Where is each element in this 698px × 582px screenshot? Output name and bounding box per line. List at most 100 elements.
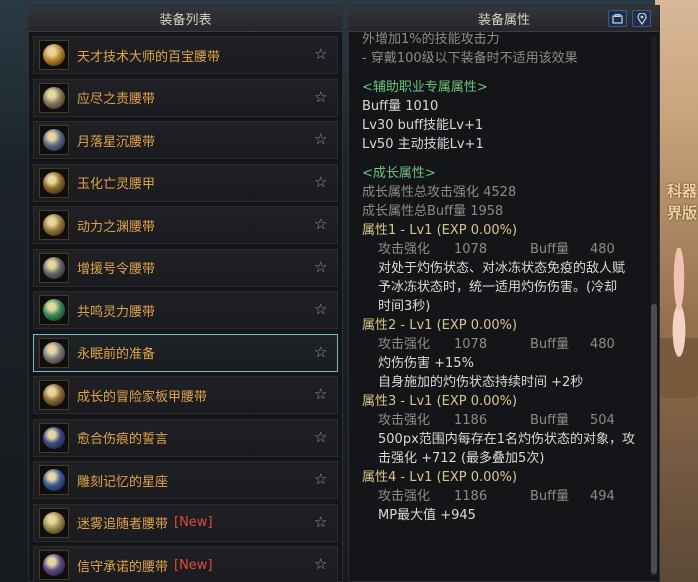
attribute-title: 属性2 - Lv1 (EXP 0.00%) <box>362 318 518 333</box>
equipment-item-icon <box>39 82 69 113</box>
favorite-star-icon[interactable]: ☆ <box>314 174 329 190</box>
atk-value: 1186 <box>454 489 488 504</box>
atk-value: 1078 <box>454 337 488 352</box>
favorite-star-icon[interactable]: ☆ <box>314 557 329 572</box>
pin-icon <box>636 12 647 25</box>
favorite-star-icon[interactable]: ☆ <box>314 344 329 360</box>
equipment-list-header: 装备列表 <box>29 6 342 32</box>
character-illustration <box>659 248 698 398</box>
equipment-item-name: 信守承诺的腰带 <box>77 559 169 575</box>
attribute-title: 属性3 - Lv1 (EXP 0.00%) <box>362 394 518 409</box>
support-section-title: <辅助职业专属属性> <box>362 80 488 95</box>
equipment-attributes-title: 装备属性 <box>477 13 530 28</box>
favorite-star-icon[interactable]: ☆ <box>314 89 329 105</box>
equipment-item-name: 月落星沉腰带 <box>77 134 156 150</box>
attribute-title: 属性4 - Lv1 (EXP 0.00%) <box>362 470 518 485</box>
atk-label: 攻击强化 <box>378 489 431 504</box>
item-glyph <box>43 171 65 194</box>
equipment-list-item[interactable]: 共鸣灵力腰带 ☆ <box>33 291 338 329</box>
attr-text-line: 外增加1%的技能攻击力 <box>362 32 500 47</box>
favorite-star-icon[interactable]: ☆ <box>314 514 329 530</box>
equipment-item-icon <box>39 422 69 453</box>
favorite-star-icon[interactable]: ☆ <box>314 387 329 402</box>
equipment-item-icon <box>39 337 69 368</box>
equipment-item-name: 永眠前的准备 <box>77 347 156 362</box>
atk-label: 攻击强化 <box>378 242 431 257</box>
equipment-item-icon <box>39 465 69 495</box>
attribute-desc: 自身施加的灼伤状态持续时间 +2秒 <box>378 375 584 390</box>
scrollbar-thumb[interactable] <box>651 304 657 574</box>
equipment-item-name: 应尽之责腰带 <box>77 92 156 107</box>
equipment-item-icon <box>39 40 69 70</box>
pin-button[interactable] <box>632 10 651 27</box>
equipment-list-item[interactable]: 雕刻记忆的星座 ☆ <box>33 461 338 499</box>
item-glyph <box>43 86 65 109</box>
equipment-item-icon <box>39 125 69 155</box>
new-badge: [New] <box>174 557 213 573</box>
equipment-list: 天才技术大师的百宝腰带 ☆ 应尽之责腰带 ☆ 月落星沉腰带 ☆ 玉化亡灵腰甲 ☆ 动力之渊腰带 ☆… <box>29 32 342 582</box>
favorite-star-icon[interactable]: ☆ <box>314 429 329 445</box>
attribute-stats: 攻击强化 1186 Buff量 494 <box>362 487 649 506</box>
attribute-block: 属性3 - Lv1 (EXP 0.00%) 攻击强化 1186 Buff量 504 500… <box>362 392 649 468</box>
equipment-list-panel: 装备列表 天才技术大师的百宝腰带 ☆ 应尽之责腰带 ☆ 月落星沉腰带 ☆ 玉化亡灵腰甲 ☆ 动力… <box>28 5 343 582</box>
equipment-list-item[interactable]: 信守承诺的腰带 [New] ☆ <box>33 546 338 582</box>
equipment-attributes-panel: 装备属性 外增加1%的技能攻击力 - 穿戴100级以下装备时不适用该效果 <辅助… <box>348 5 660 582</box>
equipment-item-icon <box>39 167 69 198</box>
atk-label: 攻击强化 <box>378 413 431 428</box>
favorite-star-icon[interactable]: ☆ <box>314 259 329 275</box>
attribute-block: 属性2 - Lv1 (EXP 0.00%) 攻击强化 1078 Buff量 480 灼伤伤… <box>362 316 649 392</box>
item-glyph <box>43 256 65 279</box>
favorite-star-icon[interactable]: ☆ <box>314 472 329 487</box>
item-glyph <box>43 469 65 491</box>
equipment-item-icon <box>39 295 69 325</box>
attributes-content: 外增加1%的技能攻击力 - 穿戴100级以下装备时不适用该效果 <辅助职业专属属… <box>349 32 649 581</box>
equipment-list-item[interactable]: 永眠前的准备 ☆ <box>33 333 338 372</box>
growth-line: 成长属性总攻击强化 4528 <box>362 185 517 200</box>
attribute-block: 属性4 - Lv1 (EXP 0.00%) 攻击强化 1186 Buff量 494 MP最… <box>362 468 649 525</box>
item-glyph <box>43 554 65 576</box>
equipment-item-name: 动力之渊腰带 <box>77 219 156 235</box>
favorite-star-icon[interactable]: ☆ <box>314 302 329 317</box>
favorite-star-icon[interactable]: ☆ <box>314 217 329 232</box>
favorite-star-icon[interactable]: ☆ <box>314 47 329 62</box>
favorite-star-icon[interactable]: ☆ <box>314 132 329 147</box>
folder-button[interactable] <box>608 10 627 27</box>
attributes-scrollbar[interactable] <box>651 36 657 576</box>
equipment-item-icon <box>39 550 69 580</box>
buff-label: Buff量 <box>530 489 570 504</box>
buff-value: 480 <box>590 242 615 257</box>
support-line: Buff量 1010 <box>362 99 439 114</box>
growth-line: 成长属性总Buff量 1958 <box>362 204 504 219</box>
item-glyph <box>43 129 65 151</box>
new-badge: [New] <box>174 515 213 530</box>
equipment-item-name: 雕刻记忆的星座 <box>77 474 169 490</box>
attr-text-line: - 穿戴100级以下装备时不适用该效果 <box>362 51 578 66</box>
item-glyph <box>43 341 65 364</box>
folder-icon <box>612 13 623 24</box>
equipment-list-item[interactable]: 动力之渊腰带 ☆ <box>33 206 338 244</box>
equipment-list-item[interactable]: 愈合伤痕的誓言 ☆ <box>33 418 338 457</box>
buff-value: 504 <box>590 413 615 428</box>
item-glyph <box>43 511 65 534</box>
equipment-item-name: 增援号令腰带 <box>77 262 156 277</box>
equipment-list-item[interactable]: 月落星沉腰带 ☆ <box>33 121 338 159</box>
equipment-list-item[interactable]: 天才技术大师的百宝腰带 ☆ <box>33 36 338 74</box>
equipment-list-item[interactable]: 增援号令腰带 ☆ <box>33 248 338 287</box>
equipment-list-item[interactable]: 成长的冒险家板甲腰带 ☆ <box>33 376 338 414</box>
equipment-item-name: 天才技术大师的百宝腰带 <box>77 49 221 65</box>
attribute-desc: 500px范围内每存在1名灼伤状态的对象，攻 <box>378 432 636 447</box>
item-glyph <box>43 214 65 236</box>
equipment-item-name: 成长的冒险家板甲腰带 <box>77 389 208 405</box>
item-glyph <box>43 299 65 321</box>
equipment-list-item[interactable]: 应尽之责腰带 ☆ <box>33 78 338 117</box>
equipment-item-name: 愈合伤痕的誓言 <box>77 432 169 447</box>
attribute-desc: 击强化 +712 (最多叠加5次) <box>378 451 545 466</box>
atk-value: 1078 <box>454 242 488 257</box>
growth-section-title: <成长属性> <box>362 166 436 181</box>
buff-value: 480 <box>590 337 615 352</box>
equipment-item-icon <box>39 380 69 410</box>
attribute-stats: 攻击强化 1078 Buff量 480 <box>362 240 649 259</box>
equipment-list-item[interactable]: 迷雾追随者腰带 [New] ☆ <box>33 503 338 542</box>
attribute-desc: 予冰冻状态时，统一适用灼伤伤害。(冷却 <box>378 280 618 295</box>
equipment-list-item[interactable]: 玉化亡灵腰甲 ☆ <box>33 163 338 202</box>
